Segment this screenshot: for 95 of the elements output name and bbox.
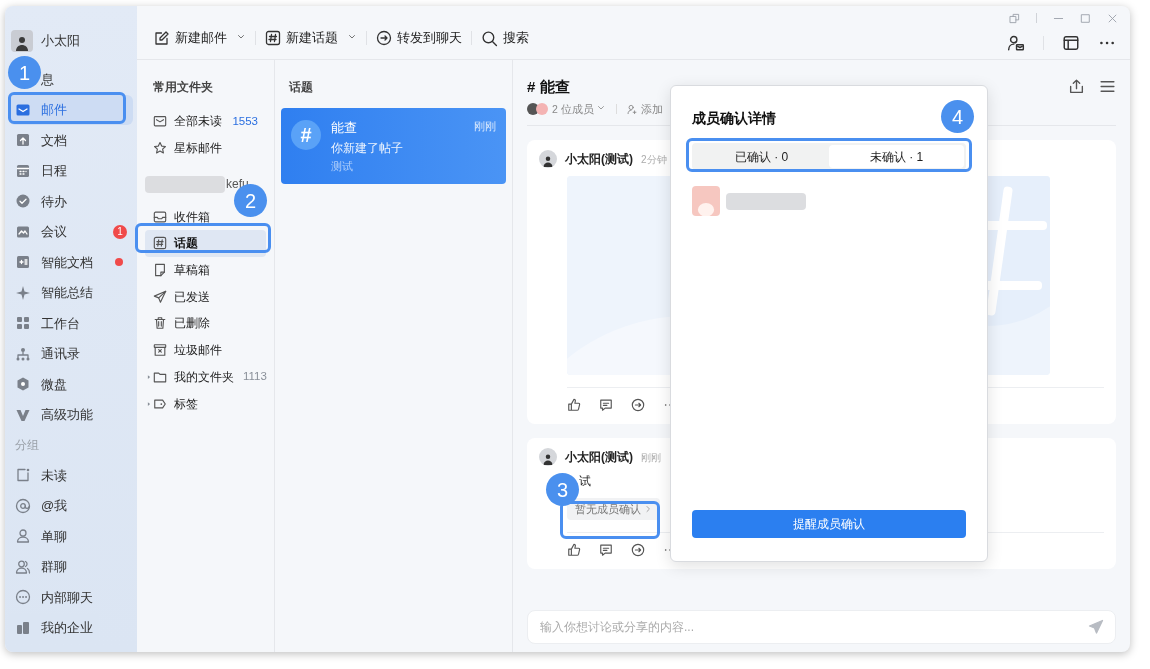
sidebar-item[interactable]: 待办 bbox=[9, 186, 133, 217]
person-silhouette-icon bbox=[542, 452, 554, 467]
folder-icon bbox=[153, 369, 167, 384]
share-icon[interactable] bbox=[1068, 78, 1085, 95]
sidebar-item[interactable]: 通讯录 bbox=[9, 338, 133, 369]
unread-square-icon bbox=[15, 467, 31, 484]
section-title: 话题 bbox=[288, 79, 314, 96]
sidebar-item[interactable]: 文档 bbox=[9, 125, 133, 156]
topic-summary: 你新建了帖子 bbox=[331, 139, 404, 157]
sidebar-item[interactable]: 工作台 bbox=[9, 308, 133, 339]
post-time: 2分钟 bbox=[641, 152, 667, 167]
person-mail-icon[interactable] bbox=[1007, 34, 1025, 52]
section-label: 分组 bbox=[14, 437, 40, 454]
calendar-icon bbox=[15, 162, 31, 179]
inbox-icon bbox=[153, 209, 167, 224]
remind-button[interactable]: 提醒成员确认 bbox=[692, 510, 966, 538]
sidebar-item[interactable]: 智能总结 bbox=[9, 277, 133, 308]
paper-plane-icon bbox=[153, 289, 167, 304]
star-icon bbox=[153, 141, 167, 156]
popup-title: 成员确认详情 bbox=[692, 109, 776, 128]
sidebar-item[interactable]: @我 bbox=[9, 490, 133, 521]
chat-dots-icon bbox=[15, 589, 31, 606]
segment-tab[interactable]: 未确认 · 1 bbox=[829, 145, 964, 168]
members-button[interactable]: 2 位成员 bbox=[552, 101, 606, 118]
toolbar-button[interactable]: 搜索 bbox=[478, 25, 532, 51]
sidebar-item[interactable]: 会议 1 bbox=[9, 216, 133, 247]
segment-tab[interactable]: 已确认 · 0 bbox=[694, 145, 829, 168]
sidebar-item[interactable]: 微盘 bbox=[9, 369, 133, 400]
thumbs-up-icon[interactable] bbox=[567, 398, 581, 413]
item-count: 1553 bbox=[232, 113, 258, 129]
person-icon bbox=[15, 528, 31, 545]
topic-time: 刚刚 bbox=[474, 119, 496, 134]
sidebar-item[interactable]: 智能文档 bbox=[9, 247, 133, 278]
comment-icon[interactable] bbox=[599, 398, 613, 413]
post-author: 小太阳(测试) bbox=[565, 449, 633, 467]
topic-title: 能查 bbox=[331, 119, 357, 137]
forward-chat-icon bbox=[376, 30, 392, 46]
tag-icon bbox=[153, 396, 167, 411]
thumbs-up-icon[interactable] bbox=[567, 543, 581, 558]
hash-box-icon bbox=[265, 30, 281, 46]
sidebar-item[interactable]: 群聊 bbox=[9, 551, 133, 582]
composer-field[interactable]: 输入你想讨论或分享的内容... bbox=[527, 610, 1116, 644]
org-chart-icon bbox=[15, 345, 31, 362]
notification-badge: 1 bbox=[113, 224, 127, 239]
folder-item[interactable]: 已删除 bbox=[145, 310, 266, 337]
layout-icon[interactable] bbox=[1062, 34, 1080, 52]
avatar bbox=[527, 103, 539, 116]
at-sign-icon bbox=[15, 497, 31, 514]
sidebar-item[interactable]: 内部聊天 bbox=[9, 582, 133, 613]
sidebar-item[interactable]: 日程 bbox=[9, 155, 133, 186]
forward-icon[interactable] bbox=[631, 543, 645, 558]
hash-box-icon bbox=[153, 236, 167, 251]
compose-icon bbox=[154, 30, 170, 46]
thread-title: # 能查 bbox=[527, 77, 571, 97]
folder-item[interactable]: 标签 bbox=[145, 390, 266, 417]
toolbar-button[interactable]: 转发到聊天 bbox=[373, 25, 465, 51]
add-member-button[interactable]: 添加 bbox=[626, 101, 663, 118]
folder-item[interactable]: 已发送 bbox=[145, 283, 266, 311]
sidebar-item[interactable]: 单聊 bbox=[9, 521, 133, 552]
add-person-icon bbox=[626, 103, 638, 115]
check-circle-icon bbox=[15, 193, 31, 210]
menu-icon[interactable] bbox=[1099, 78, 1116, 95]
comment-icon[interactable] bbox=[599, 543, 613, 558]
folder-item[interactable]: 草稿箱 bbox=[145, 256, 266, 284]
grid-icon bbox=[15, 315, 31, 332]
post-time: 刚刚 bbox=[641, 450, 661, 465]
sidebar-item[interactable]: 未读 bbox=[9, 460, 133, 491]
avatar bbox=[536, 103, 548, 116]
folder-item[interactable]: 垃圾邮件 bbox=[145, 336, 266, 364]
people-icon bbox=[15, 558, 31, 575]
document-icon bbox=[15, 132, 31, 149]
user-name: 小太阳 bbox=[41, 32, 80, 51]
trash-icon bbox=[153, 316, 167, 331]
forward-icon[interactable] bbox=[631, 398, 645, 413]
sidebar-item[interactable]: 高级功能 bbox=[9, 399, 133, 430]
topic-icon: # bbox=[291, 120, 321, 150]
section-title: 常用文件夹 bbox=[152, 79, 214, 96]
toolbar-button[interactable]: 新建话题 bbox=[262, 25, 360, 51]
person-silhouette-icon bbox=[542, 154, 554, 169]
topic-card[interactable]: # 能查 刚刚 你新建了帖子 测试 bbox=[281, 108, 506, 184]
draft-icon bbox=[153, 263, 167, 278]
smart-document-icon bbox=[15, 254, 31, 271]
building-icon bbox=[15, 620, 31, 636]
post-author: 小太阳(测试) bbox=[565, 151, 633, 169]
envelope-icon bbox=[153, 114, 167, 129]
toolbar-button[interactable]: 新建邮件 bbox=[151, 25, 249, 51]
topic-tag: 测试 bbox=[331, 157, 496, 174]
folder-item[interactable]: 全部未读 1553 bbox=[145, 108, 266, 135]
spam-box-icon bbox=[153, 343, 167, 358]
folder-item[interactable]: 我的文件夹 1113 bbox=[145, 363, 266, 391]
search-icon bbox=[481, 29, 498, 47]
chevron-right-icon bbox=[644, 505, 652, 514]
item-count: 1113 bbox=[243, 369, 267, 385]
folder-item[interactable]: 星标邮件 bbox=[145, 134, 266, 162]
post-body: 试 bbox=[579, 473, 591, 491]
